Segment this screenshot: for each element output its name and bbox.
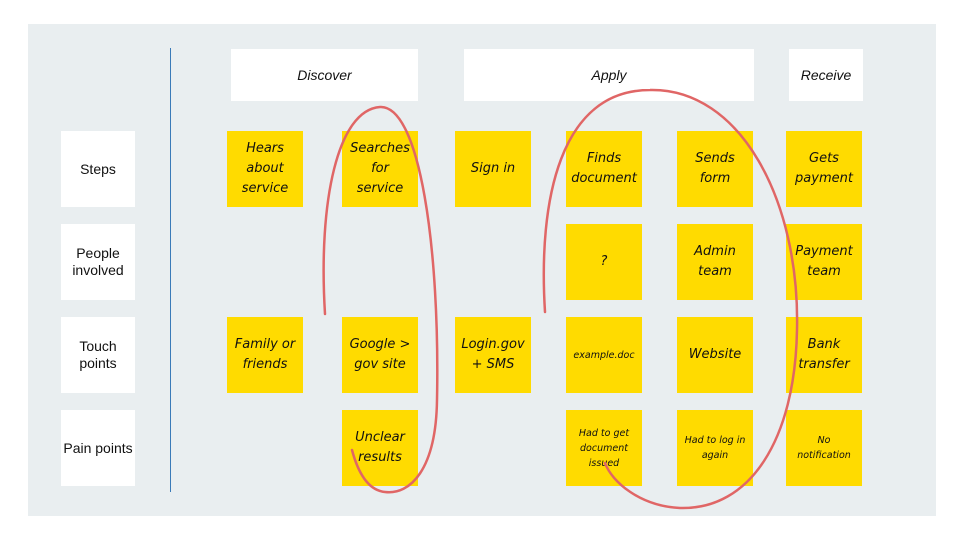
annotation-loop-apply [542,88,799,510]
annotation-loop-discover [322,105,439,494]
annotation-layer [322,88,799,510]
